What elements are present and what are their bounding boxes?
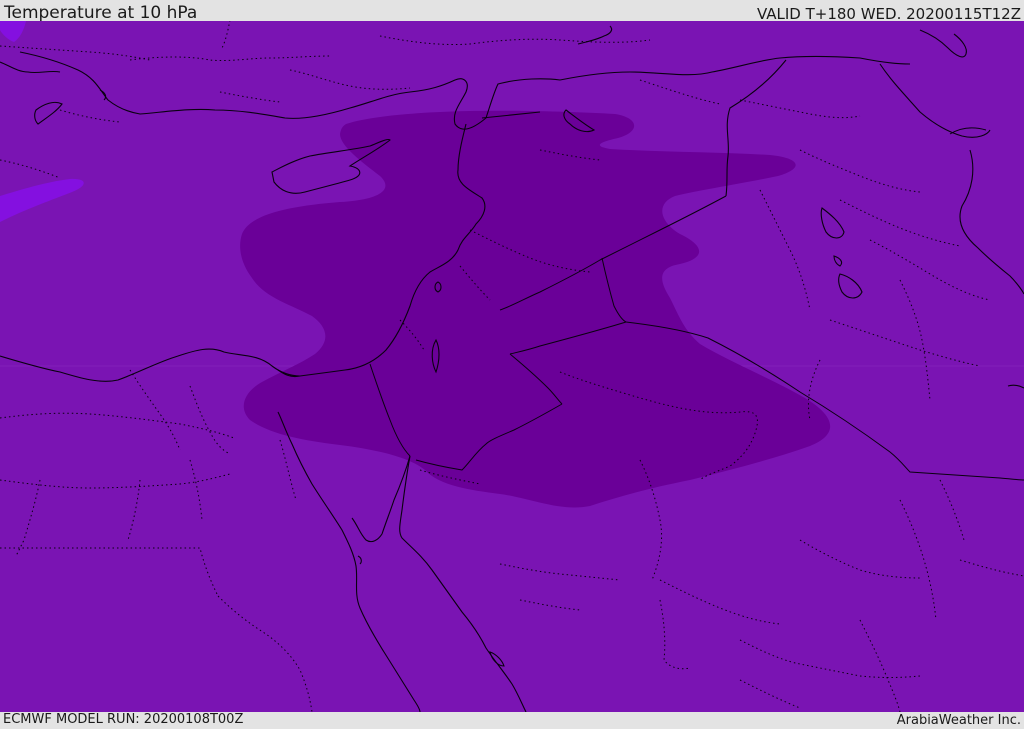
map-title: Temperature at 10 hPa — [4, 3, 198, 23]
weather-map-frame: Temperature at 10 hPa VALID T+180 WED. 2… — [0, 0, 1024, 729]
temperature-map — [0, 21, 1024, 712]
header-bar: Temperature at 10 hPa VALID T+180 WED. 2… — [0, 0, 1024, 23]
footer-bar: ECMWF MODEL RUN: 20200108T00Z ArabiaWeat… — [0, 712, 1024, 729]
model-run-label: ECMWF MODEL RUN: 20200108T00Z — [3, 712, 244, 727]
credit-label: ArabiaWeather Inc. — [896, 713, 1021, 728]
